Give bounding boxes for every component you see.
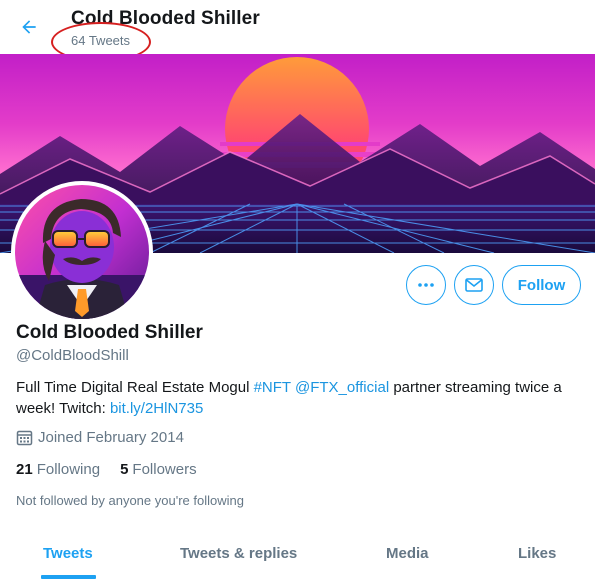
envelope-icon xyxy=(465,278,483,292)
more-options-button[interactable] xyxy=(406,265,446,305)
follow-stats: 21 Following 5 Followers xyxy=(16,461,217,478)
followers-count: 5 xyxy=(120,461,129,478)
following-link[interactable]: 21 Following xyxy=(16,461,100,478)
following-count: 21 xyxy=(16,461,33,478)
active-tab-indicator xyxy=(41,575,96,579)
message-button[interactable] xyxy=(454,265,494,305)
header-title: Cold Blooded Shiller xyxy=(71,8,260,29)
following-label: Following xyxy=(36,461,101,478)
username-handle: @ColdBloodShill xyxy=(16,347,129,364)
profile-bio: Full Time Digital Real Estate Mogul #NFT… xyxy=(16,377,576,419)
followers-label: Followers xyxy=(132,461,197,478)
joined-date: Joined February 2014 xyxy=(16,429,184,446)
bio-url-link[interactable]: bit.ly/2HlN735 xyxy=(110,400,203,417)
follow-button[interactable]: Follow xyxy=(502,265,581,305)
tab-tweets[interactable]: Tweets xyxy=(43,545,93,562)
calendar-icon xyxy=(16,430,33,446)
avatar-character-image xyxy=(15,185,149,319)
joined-text: Joined February 2014 xyxy=(38,429,184,446)
followers-link[interactable]: 5 Followers xyxy=(120,461,197,478)
not-followed-notice: Not followed by anyone you're following xyxy=(16,493,244,508)
display-name: Cold Blooded Shiller xyxy=(16,322,203,343)
tweet-count: 64 Tweets xyxy=(71,33,131,48)
more-dots-icon xyxy=(418,283,434,287)
profile-header: Cold Blooded Shiller 64 Tweets xyxy=(0,0,595,54)
tab-tweets-replies[interactable]: Tweets & replies xyxy=(180,545,297,562)
bio-hashtag-link[interactable]: #NFT xyxy=(254,379,291,396)
back-button[interactable] xyxy=(14,12,44,42)
profile-tabs: Tweets Tweets & replies Media Likes xyxy=(0,530,595,579)
arrow-left-icon xyxy=(22,20,36,34)
bio-text: Full Time Digital Real Estate Mogul xyxy=(16,379,254,396)
profile-avatar[interactable] xyxy=(11,181,153,323)
tab-likes[interactable]: Likes xyxy=(518,545,556,562)
tab-media[interactable]: Media xyxy=(386,545,429,562)
bio-mention-link[interactable]: @FTX_official xyxy=(295,379,389,396)
